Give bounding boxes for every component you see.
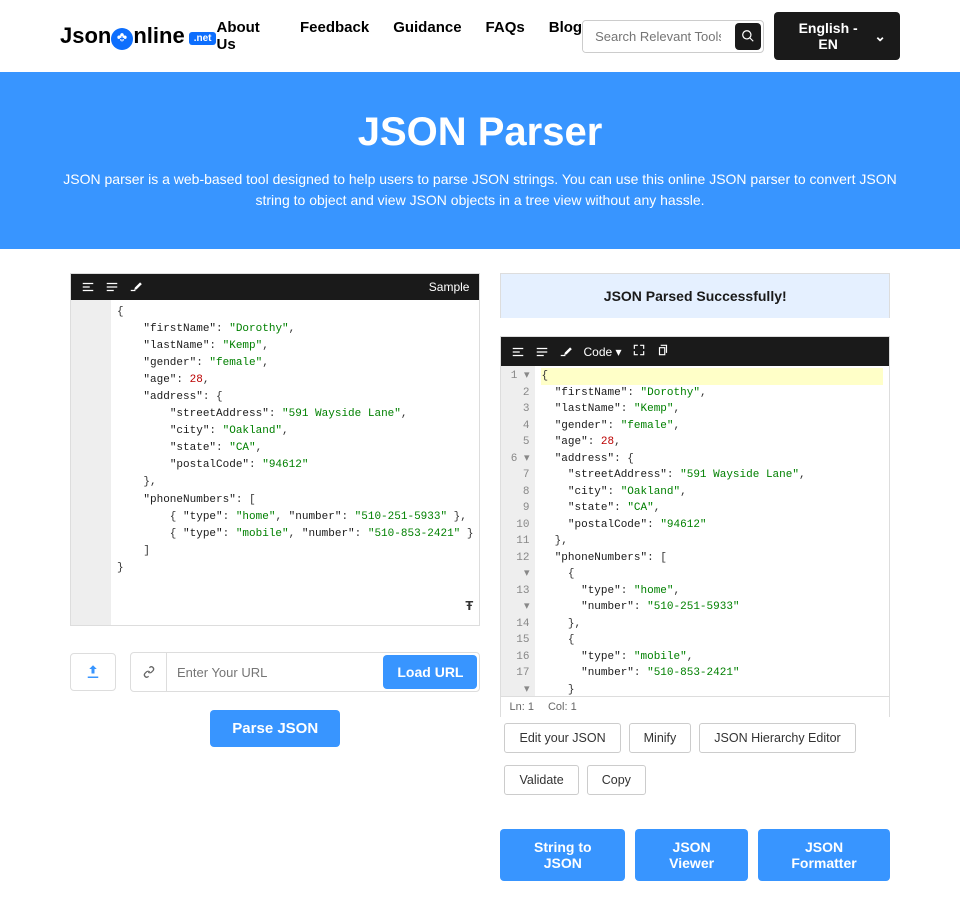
input-panel: Sample { "firstName": "Dorothy", "lastNa… xyxy=(70,273,480,881)
json-viewer-button[interactable]: JSON Viewer xyxy=(635,829,748,881)
nav-faqs[interactable]: FAQs xyxy=(486,19,525,53)
input-controls: Load URL xyxy=(70,652,480,692)
header-right: English - EN ⌄ xyxy=(582,12,900,60)
nav-about[interactable]: About Us xyxy=(216,19,276,53)
code-mode-dropdown[interactable]: Code ▾ xyxy=(583,345,621,359)
input-toolbar-icons xyxy=(81,280,143,294)
repair-icon[interactable] xyxy=(129,280,143,294)
language-button[interactable]: English - EN ⌄ xyxy=(774,12,900,60)
url-group: Load URL xyxy=(130,652,480,692)
nav-feedback[interactable]: Feedback xyxy=(300,19,369,53)
text-mode-icon[interactable]: Ŧ xyxy=(465,597,473,619)
input-toolbar: Sample xyxy=(71,274,479,300)
format-icon[interactable] xyxy=(511,345,525,359)
hierarchy-editor-button[interactable]: JSON Hierarchy Editor xyxy=(699,723,855,753)
logo[interactable]: Json nline .net xyxy=(60,23,216,49)
nav-guidance[interactable]: Guidance xyxy=(393,19,461,53)
nav-blog[interactable]: Blog xyxy=(549,19,582,53)
logo-text-nline: nline xyxy=(133,23,184,49)
chevron-down-icon: ⌄ xyxy=(874,28,886,45)
string-to-json-button[interactable]: String to JSON xyxy=(500,829,625,881)
output-editor: Code ▾ 1 ▾23456 ▾789101112 ▾13 ▾14151617… xyxy=(500,336,890,697)
input-editor: Sample { "firstName": "Dorothy", "lastNa… xyxy=(70,273,480,626)
minify-button[interactable]: Minify xyxy=(629,723,692,753)
language-label: English - EN xyxy=(788,20,868,52)
status-bar: Ln: 1 Col: 1 xyxy=(500,697,890,717)
status-line: Ln: 1 xyxy=(509,701,533,713)
compact-icon[interactable] xyxy=(535,345,549,359)
sample-button[interactable]: Sample xyxy=(429,280,470,294)
output-toolbar: Code ▾ xyxy=(501,337,889,366)
compact-icon[interactable] xyxy=(105,280,119,294)
upload-button[interactable] xyxy=(70,653,116,691)
validate-button[interactable]: Validate xyxy=(504,765,578,795)
json-formatter-button[interactable]: JSON Formatter xyxy=(758,829,890,881)
page-title: JSON Parser xyxy=(20,110,940,155)
search-button[interactable] xyxy=(735,23,761,50)
output-code-area[interactable]: 1 ▾23456 ▾789101112 ▾13 ▾14151617 ▾18192… xyxy=(501,366,889,696)
action-row-1: Edit your JSON Minify JSON Hierarchy Edi… xyxy=(500,717,890,759)
logo-icon xyxy=(111,28,133,50)
success-banner: JSON Parsed Successfully! xyxy=(500,273,890,318)
load-url-button[interactable]: Load URL xyxy=(383,655,477,689)
action-row-2: Validate Copy xyxy=(500,759,890,801)
url-input[interactable] xyxy=(167,653,381,691)
copy-icon[interactable] xyxy=(656,343,670,360)
search-box xyxy=(582,20,764,53)
repair-icon[interactable] xyxy=(559,345,573,359)
page-subtitle: JSON parser is a web-based tool designed… xyxy=(60,169,900,211)
main-nav: About Us Feedback Guidance FAQs Blog xyxy=(216,19,582,53)
footer-row: String to JSON JSON Viewer JSON Formatte… xyxy=(500,829,890,881)
output-panel: JSON Parsed Successfully! Code ▾ 1 ▾2345… xyxy=(500,273,890,881)
logo-badge: .net xyxy=(189,32,217,45)
output-toolbar-icons xyxy=(511,345,573,359)
link-icon xyxy=(131,653,167,691)
header: Json nline .net About Us Feedback Guidanc… xyxy=(0,0,960,72)
main: Sample { "firstName": "Dorothy", "lastNa… xyxy=(0,249,960,905)
status-col: Col: 1 xyxy=(548,701,577,713)
logo-text-json: Json xyxy=(60,23,111,49)
copy-button[interactable]: Copy xyxy=(587,765,646,795)
parse-button[interactable]: Parse JSON xyxy=(210,710,340,747)
hero: JSON Parser JSON parser is a web-based t… xyxy=(0,72,960,249)
search-input[interactable] xyxy=(583,21,733,52)
edit-json-button[interactable]: Edit your JSON xyxy=(504,723,620,753)
input-code-area[interactable]: { "firstName": "Dorothy", "lastName": "K… xyxy=(71,300,479,625)
format-icon[interactable] xyxy=(81,280,95,294)
expand-icon[interactable] xyxy=(632,343,646,360)
